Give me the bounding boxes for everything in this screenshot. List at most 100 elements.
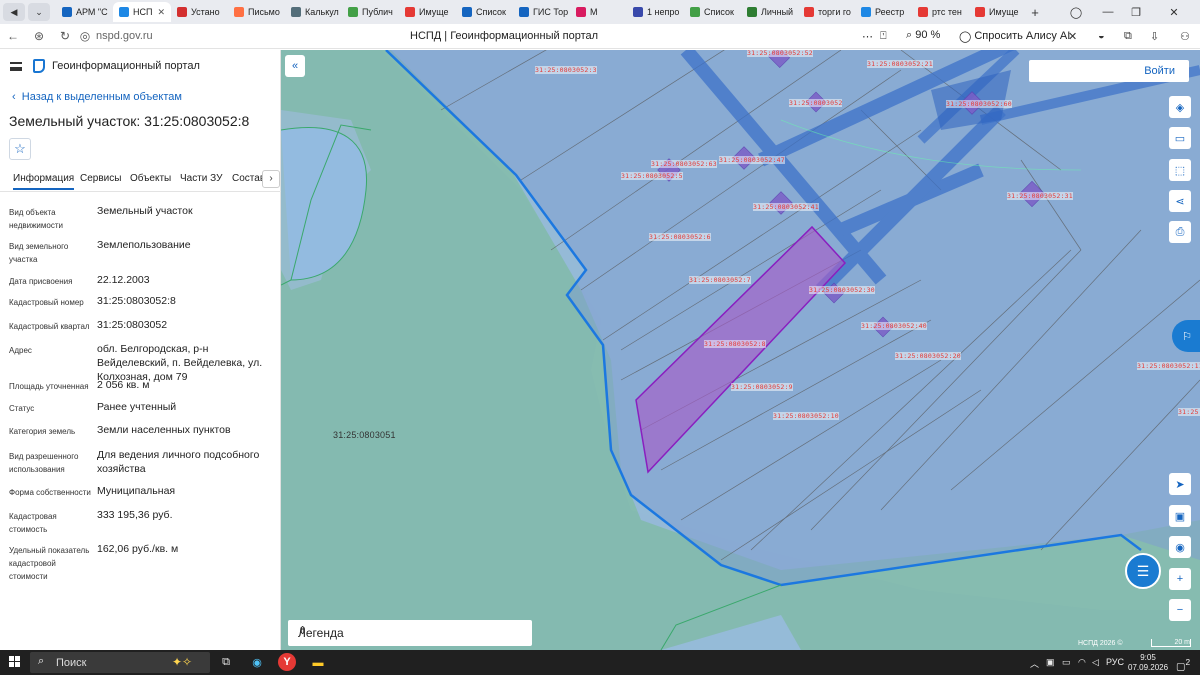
tab-info[interactable]: Информация [13,173,75,190]
tray-chevron-icon[interactable]: ︿ [1030,657,1039,670]
language-indicator[interactable]: РУС [1106,657,1124,667]
parcel-label[interactable]: 31:25:0803052:3 [535,66,597,74]
network-icon[interactable]: ▭ [1062,657,1071,668]
zoom-level[interactable]: ⌕ 90 % [906,29,940,42]
reload-icon[interactable]: ↻ [52,29,78,43]
downloads-icon[interactable]: ⇩ [1150,30,1159,43]
browser-tab[interactable]: Калькул [285,2,342,22]
parcel-label[interactable]: 31:25:0803052:31 [1007,192,1073,200]
parcel-label[interactable]: 31:25:0803052:6 [649,233,711,241]
profile-icon[interactable]: ◯ [1062,0,1090,24]
parcel-label[interactable]: 31:25:0803052:40 [861,322,927,330]
extension-shade-icon[interactable]: ◒ [1098,30,1105,42]
wifi-icon[interactable]: ◠ [1078,657,1086,668]
parcel-label[interactable]: 31:25:0803052:8 [704,340,766,348]
tab-parts[interactable]: Части ЗУ [180,173,222,184]
site-info-icon[interactable]: ◎ [78,29,92,43]
browser-tab[interactable]: М [570,2,627,22]
tabs-next-chevron-icon[interactable]: › [262,170,280,188]
browser-tab[interactable]: Список [684,2,741,22]
notifications-icon[interactable]: ▢2 [1176,657,1190,672]
browser-tab[interactable]: Имуще [969,2,1026,22]
legend-dropdown[interactable]: Легенда ⇕ [288,620,532,646]
close-tab-icon[interactable]: ✕ [157,7,165,18]
parcel-label[interactable]: 31:25:0803052:30 [809,286,875,294]
tab-objects[interactable]: Объекты [130,173,171,184]
layers-tool-button[interactable]: ◈ [1169,96,1191,118]
parcel-label[interactable]: 31:25:0803052:20 [895,352,961,360]
print-tool-button[interactable]: ⎙ [1169,221,1191,243]
url-text[interactable]: nspd.gov.ru [96,30,153,42]
file-explorer-icon[interactable]: ▬ [308,653,328,672]
login-label: Войти [1144,65,1175,77]
clock[interactable]: 9:05 07.09.2026 [1128,653,1168,673]
browser-tab[interactable]: Имуще [399,2,456,22]
browser-tab[interactable]: Личный [741,2,798,22]
locate-button[interactable]: ➤ [1169,473,1191,495]
parcel-label[interactable]: 31:25:0803052:41 [753,203,819,211]
assistant-side-tab[interactable]: ⚐ [1172,320,1200,352]
minimize-icon[interactable]: — [1094,0,1122,24]
zoom-in-button[interactable]: + [1169,568,1191,590]
parcel-label[interactable]: 31:25:0803052:11 [1137,362,1200,370]
browser-tab[interactable]: 1 непро [627,2,684,22]
extensions-puzzle-icon[interactable]: ⧉ [1124,30,1132,43]
tab-services[interactable]: Сервисы [80,173,121,184]
browser-tab[interactable]: ГИС Тор [513,2,570,22]
browser-tab[interactable]: АРМ "С [56,2,113,22]
parcel-label[interactable]: 31:25:0803052:52 [747,50,813,57]
restore-icon[interactable]: ❐ [1122,0,1150,24]
geolocation-button[interactable]: ◉ [1169,536,1191,558]
login-button[interactable]: Войти [1029,60,1189,82]
share-tool-button[interactable]: ⋖ [1169,190,1191,212]
yandex-browser-icon[interactable]: Y [278,653,296,671]
parcel-label[interactable]: 31:25:0803052:63 [651,160,717,168]
browser-tab[interactable]: Список [456,2,513,22]
account-icon[interactable]: ⚇ [1180,30,1190,43]
browser-tab[interactable]: ртс тен [912,2,969,22]
windows-start-icon[interactable] [9,656,21,668]
parcel-label[interactable]: 31:25:0803052 [789,99,843,107]
back-to-selected-link[interactable]: ‹ Назад к выделенным объектам [12,91,182,103]
new-tab-button[interactable]: + [1026,5,1044,20]
measure-tool-button[interactable]: ▭ [1169,127,1191,149]
taskbar-search[interactable]: ⌕ Поиск ✦✧ [30,652,210,673]
browser-tab[interactable]: НСП ✕ [113,2,171,22]
bookmark-icon[interactable]: ⍞ [880,30,887,43]
extension-x-icon[interactable]: ✕ [1068,30,1077,43]
parcel-label[interactable]: 31:25:0803052:7 [689,276,751,284]
browser-tab[interactable]: Публич [342,2,399,22]
browser-tab[interactable]: Устано [171,2,228,22]
parcel-label[interactable]: 31:25:080 [1178,408,1200,416]
favorite-star-button[interactable]: ☆ [9,138,31,160]
menu-icon[interactable] [10,62,22,71]
map-canvas[interactable] [281,50,1200,650]
select-tool-button[interactable]: ⬚ [1169,159,1191,181]
parcel-label[interactable]: 31:25:0803052:60 [946,100,1012,108]
zoom-out-button[interactable]: − [1169,599,1191,621]
alice-button[interactable]: ◯ Спросить Алису AI [953,27,1076,45]
volume-icon[interactable]: ◁ [1092,657,1099,668]
tab-scroll-left-icon[interactable]: ◀ [3,3,25,21]
collapse-panel-button[interactable]: « [285,55,305,77]
parcel-label[interactable]: 31:25:0803052:10 [773,412,839,420]
parcel-label[interactable]: 31:25:0803052:9 [731,383,793,391]
edge-icon[interactable]: ◉ [247,653,267,672]
parcel-label[interactable]: 31:25:0803052:21 [867,60,933,68]
yandex-shield-icon[interactable]: ⊛ [26,29,52,43]
browser-tab[interactable]: торги го [798,2,855,22]
cadastral-map[interactable]: 31:25:0803052:52 31:25:0803052:3 31:25:080… [281,50,1200,650]
parcel-label[interactable]: 31:25:0803052:5 [621,172,683,180]
tab-list-chevron-icon[interactable]: ⌄ [28,3,50,21]
task-view-icon[interactable]: ⧉ [216,653,236,672]
basemap-button[interactable]: ▣ [1169,505,1191,527]
parcel-label[interactable]: 31:25:0803052:47 [719,156,785,164]
tab-composition[interactable]: Состав [232,173,265,184]
back-icon[interactable]: ← [0,29,26,43]
browser-tab[interactable]: Письмо [228,2,285,22]
browser-tab[interactable]: Реестр [855,2,912,22]
chat-button[interactable]: ☰ [1125,553,1161,589]
tray-app-icon[interactable]: ▣ [1046,657,1055,668]
close-window-icon[interactable]: ✕ [1160,0,1188,24]
more-icon[interactable]: ⋯ [862,30,873,43]
